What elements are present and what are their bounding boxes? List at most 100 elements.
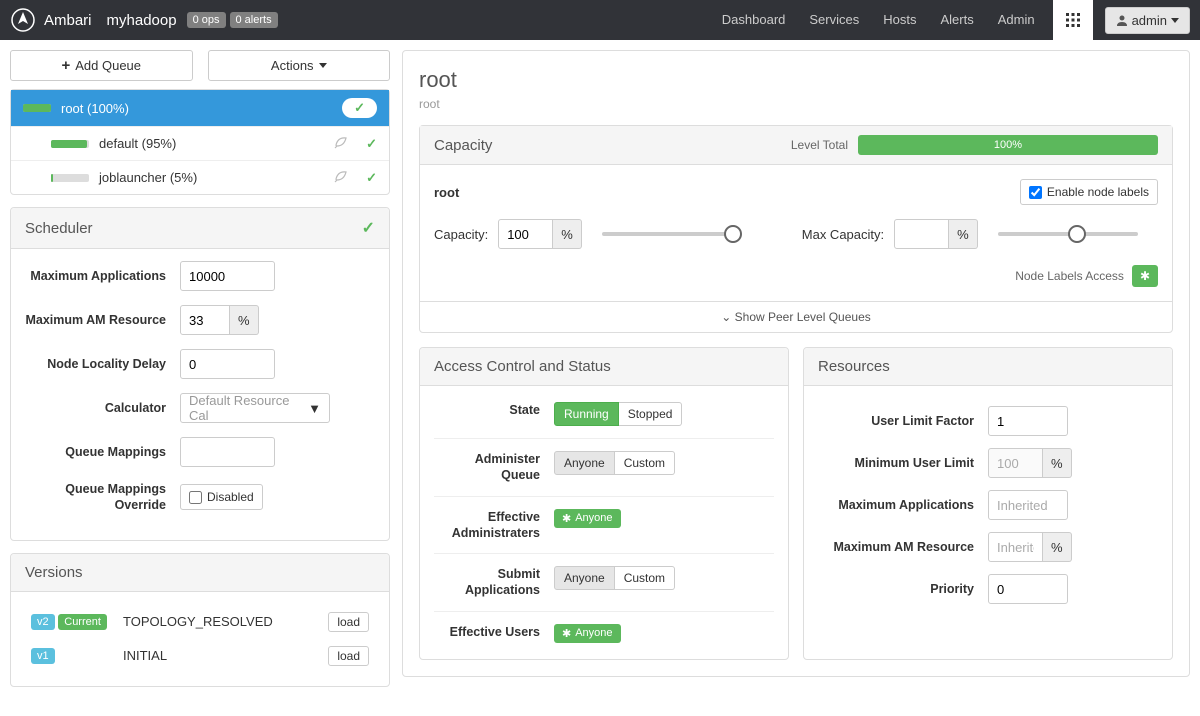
capacity-label: Capacity: [434, 227, 488, 242]
actions-button[interactable]: Actions [208, 50, 391, 81]
queue-item-root[interactable]: root (100%) ✓ [11, 90, 389, 126]
asterisk-icon: ✱ [562, 512, 571, 525]
max-apps-label: Maximum Applications [25, 268, 180, 284]
anyone-button[interactable]: Anyone [554, 451, 615, 475]
queue-label: root (100%) [61, 101, 129, 116]
locality-input[interactable] [180, 349, 275, 379]
check-icon: ✓ [366, 136, 377, 152]
apps-grid-button[interactable] [1053, 0, 1093, 40]
capacity-slider[interactable] [602, 232, 742, 236]
acs-heading: Access Control and Status [434, 358, 611, 375]
anyone-button[interactable]: Anyone [554, 566, 615, 590]
scheduler-panel: Scheduler ✓ Maximum Applications Maximum… [10, 207, 390, 541]
alerts-badge[interactable]: 0 alerts [230, 12, 278, 28]
queue-mappings-input[interactable] [180, 437, 275, 467]
resources-heading: Resources [818, 358, 890, 375]
nav-alerts[interactable]: Alerts [928, 0, 985, 40]
submit-apps-toggle[interactable]: Anyone Custom [554, 566, 675, 590]
version-name: TOPOLOGY_RESOLVED [119, 606, 321, 638]
nav-hosts[interactable]: Hosts [871, 0, 928, 40]
percent-addon: % [230, 305, 259, 335]
queue-tree: root (100%) ✓ default (95%) ✓ [10, 89, 390, 195]
effective-admins-label: Effective Administraters [434, 509, 554, 542]
caret-down-icon [319, 63, 327, 68]
nav-services[interactable]: Services [797, 0, 871, 40]
caret-down-icon [1171, 18, 1179, 23]
load-version-button[interactable]: load [328, 612, 369, 632]
level-total-label: Level Total [791, 138, 848, 152]
locality-label: Node Locality Delay [25, 356, 180, 372]
access-control-panel: Access Control and Status State Running … [419, 347, 789, 660]
max-applications-label: Maximum Applications [818, 498, 988, 512]
qmo-checkbox[interactable]: Disabled [180, 484, 263, 510]
queue-status-pill: ✓ [342, 98, 377, 118]
enable-node-labels-checkbox[interactable]: Enable node labels [1020, 179, 1158, 205]
user-icon [1116, 14, 1128, 26]
max-apps-input[interactable] [180, 261, 275, 291]
chevron-down-icon: ⌄ [721, 310, 731, 324]
versions-panel: Versions v2 Current TOPOLOGY_RESOLVED lo… [10, 553, 390, 687]
max-am-resource-input[interactable] [988, 532, 1043, 562]
effective-users-label: Effective Users [434, 624, 554, 640]
state-toggle[interactable]: Running Stopped [554, 402, 682, 426]
queue-item-default[interactable]: default (95%) ✓ [11, 126, 389, 160]
user-limit-factor-input[interactable] [988, 406, 1068, 436]
capacity-input[interactable] [498, 219, 553, 249]
priority-input[interactable] [988, 574, 1068, 604]
add-queue-button[interactable]: + Add Queue [10, 50, 193, 81]
grid-icon [1065, 12, 1081, 28]
brand[interactable]: Ambari [44, 12, 92, 29]
max-am-resource-label: Maximum AM Resource [818, 540, 988, 554]
version-tag: v2 [31, 614, 55, 630]
scheduler-title: Scheduler [25, 220, 93, 237]
anyone-tag: ✱ Anyone [554, 509, 621, 528]
administer-queue-label: Administer Queue [434, 451, 554, 484]
capacity-queue-name: root [434, 185, 459, 200]
anyone-tag: ✱ Anyone [554, 624, 621, 643]
max-capacity-label: Max Capacity: [802, 227, 884, 242]
plus-icon: + [61, 57, 70, 74]
version-name: INITIAL [119, 640, 321, 672]
check-icon: ✓ [362, 218, 375, 238]
queue-label: joblauncher (5%) [99, 170, 197, 185]
queue-detail-panel: root root Capacity Level Total 100% root… [402, 50, 1190, 677]
capacity-panel: Capacity Level Total 100% root Enable no… [419, 125, 1173, 333]
priority-label: Priority [818, 582, 988, 596]
version-row: v2 Current TOPOLOGY_RESOLVED load [27, 606, 373, 638]
calculator-label: Calculator [25, 400, 180, 416]
node-labels-access-button[interactable]: ✱ [1132, 265, 1158, 287]
queue-item-joblauncher[interactable]: joblauncher (5%) ✓ [11, 160, 389, 194]
node-labels-access-label: Node Labels Access [1015, 269, 1124, 283]
queue-title: root [419, 67, 1173, 93]
max-am-label: Maximum AM Resource [25, 312, 180, 328]
check-icon: ✓ [354, 100, 365, 116]
nav-dashboard[interactable]: Dashboard [710, 0, 798, 40]
custom-button[interactable]: Custom [615, 451, 675, 475]
max-applications-input[interactable] [988, 490, 1068, 520]
load-version-button[interactable]: load [328, 646, 369, 666]
state-label: State [434, 402, 554, 418]
max-capacity-input[interactable] [894, 219, 949, 249]
ops-badge[interactable]: 0 ops [187, 12, 226, 28]
capacity-heading: Capacity [434, 137, 492, 154]
queue-mappings-override-label: Queue Mappings Override [25, 481, 180, 514]
max-capacity-slider[interactable] [998, 232, 1138, 236]
admin-user-button[interactable]: admin [1105, 7, 1190, 34]
nav-admin[interactable]: Admin [986, 0, 1047, 40]
show-peer-queues-toggle[interactable]: ⌄ Show Peer Level Queues [420, 301, 1172, 332]
level-total-bar: 100% [858, 135, 1158, 155]
versions-title: Versions [25, 564, 83, 581]
min-user-limit-input[interactable] [988, 448, 1043, 478]
state-running-button[interactable]: Running [554, 402, 619, 426]
resources-panel: Resources User Limit Factor Minimum User… [803, 347, 1173, 660]
leaf-icon [334, 135, 348, 152]
queue-mappings-label: Queue Mappings [25, 444, 180, 460]
submit-apps-label: Submit Applications [434, 566, 554, 599]
max-am-input[interactable] [180, 305, 230, 335]
state-stopped-button[interactable]: Stopped [619, 402, 683, 426]
check-icon: ✓ [366, 170, 377, 186]
calculator-select[interactable]: Default Resource Cal ▼ [180, 393, 330, 423]
cluster-name[interactable]: myhadoop [107, 12, 177, 29]
administer-queue-toggle[interactable]: Anyone Custom [554, 451, 675, 475]
custom-button[interactable]: Custom [615, 566, 675, 590]
